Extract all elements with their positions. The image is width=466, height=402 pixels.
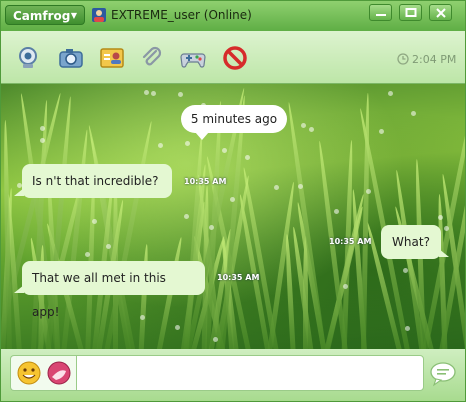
dew-drop xyxy=(334,209,339,214)
toolbar: 2:04 PM xyxy=(1,31,465,84)
close-icon xyxy=(436,8,446,18)
message-timestamp: 10:35 AM xyxy=(184,177,227,186)
dew-drop xyxy=(40,138,45,143)
dew-drop xyxy=(274,185,279,190)
dew-drop xyxy=(92,219,97,224)
dew-drop xyxy=(230,197,235,202)
camera-icon[interactable] xyxy=(58,45,84,71)
title-bar: Camfrog ▼ EXTREME_user (Online) xyxy=(1,1,465,31)
input-bar xyxy=(1,349,465,401)
dew-drop xyxy=(366,189,371,194)
dew-drop xyxy=(175,325,180,330)
dew-drop xyxy=(403,268,408,273)
dew-drop xyxy=(184,214,189,219)
paperclip-icon[interactable] xyxy=(139,45,165,71)
dew-drop xyxy=(106,244,111,249)
message-timestamp: 10:35 AM xyxy=(329,237,372,246)
dew-drop xyxy=(444,226,449,231)
grass-blade xyxy=(137,243,150,349)
dew-drop xyxy=(222,148,227,153)
user-status-icon xyxy=(92,8,106,22)
chat-window: Camfrog ▼ EXTREME_user (Online) 2:04 PM … xyxy=(0,0,466,402)
dew-drop xyxy=(213,337,218,342)
dew-drop xyxy=(245,155,250,160)
smiley-icon[interactable] xyxy=(17,361,41,385)
sticker-icon[interactable] xyxy=(47,361,71,385)
system-time-bubble: 5 minutes ago xyxy=(181,105,287,140)
message-text: Is n't that incredible? xyxy=(32,174,159,188)
dew-drop xyxy=(388,91,393,96)
webcam-icon[interactable] xyxy=(15,45,41,71)
message-bubble-outgoing: What? xyxy=(381,225,449,259)
contact-card-icon[interactable] xyxy=(99,45,125,71)
dew-drop xyxy=(298,184,303,189)
dew-drop xyxy=(85,252,90,257)
close-button[interactable] xyxy=(429,4,452,21)
grass-blade xyxy=(360,92,371,349)
gamepad-icon[interactable] xyxy=(180,45,206,71)
dew-drop xyxy=(140,315,145,320)
chevron-down-icon: ▼ xyxy=(70,11,77,20)
message-bubble-incoming: That we all met in this app! xyxy=(14,261,205,319)
emoticon-panel xyxy=(10,355,76,391)
dew-drop xyxy=(301,123,306,128)
send-message-icon[interactable] xyxy=(429,361,457,387)
dew-drop xyxy=(405,326,410,331)
dew-drop xyxy=(343,284,348,289)
clock-icon xyxy=(397,53,409,65)
dew-drop xyxy=(144,90,149,95)
dew-drop xyxy=(309,127,314,132)
maximize-button[interactable] xyxy=(399,4,422,21)
message-timestamp: 10:35 AM xyxy=(217,273,260,282)
chat-area[interactable]: 5 minutes ago Is n't that incredible? 10… xyxy=(1,84,465,349)
window-title: EXTREME_user (Online) xyxy=(111,8,252,22)
block-icon[interactable] xyxy=(222,45,248,71)
dew-drop xyxy=(438,215,443,220)
dew-drop xyxy=(411,111,416,116)
dew-drop xyxy=(185,141,190,146)
dew-drop xyxy=(158,143,163,148)
maximize-icon xyxy=(405,8,417,17)
dew-drop xyxy=(178,92,183,97)
minimize-button[interactable] xyxy=(369,4,392,21)
camfrog-menu-label: Camfrog xyxy=(13,9,71,23)
minimize-icon xyxy=(376,14,386,16)
message-input[interactable] xyxy=(76,355,424,391)
dew-drop xyxy=(151,91,156,96)
dew-drop xyxy=(209,225,214,230)
dew-drop xyxy=(40,126,45,131)
dew-drop xyxy=(379,129,384,134)
message-bubble-incoming: Is n't that incredible? xyxy=(14,164,172,198)
camfrog-menu-button[interactable]: Camfrog ▼ xyxy=(5,5,85,25)
current-time: 2:04 PM xyxy=(412,53,457,66)
message-text: What? xyxy=(392,235,430,249)
